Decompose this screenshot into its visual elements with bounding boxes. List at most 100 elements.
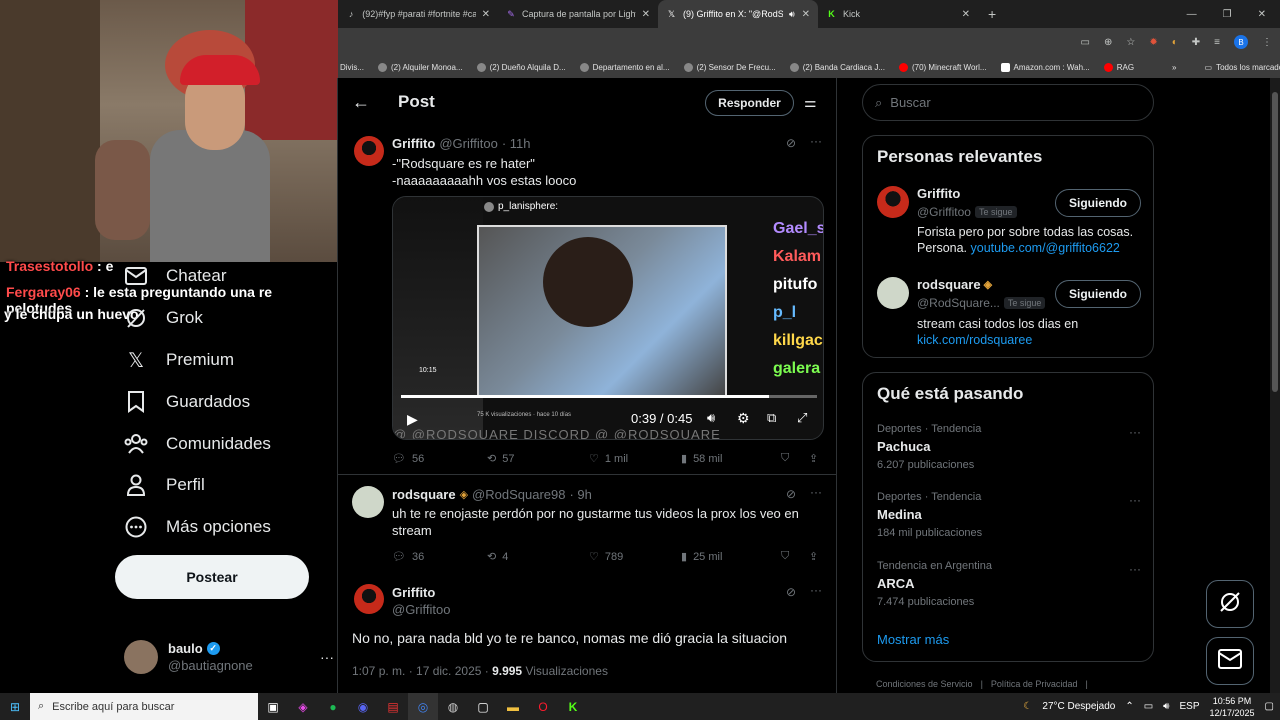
views-action[interactable]: ▮ 58 mil — [681, 452, 781, 466]
bookmark-item[interactable]: Amazon.com : Wah... — [1000, 62, 1090, 72]
tweet-timestamp[interactable]: 1:07 p. m. · 17 dic. 2025 · — [352, 664, 492, 678]
nav-mas-opciones[interactable]: Más opciones — [124, 515, 271, 539]
chrome-icon[interactable]: ◎ — [408, 693, 438, 720]
close-icon[interactable]: ✕ — [642, 9, 650, 20]
profile-avatar[interactable]: B — [1234, 35, 1248, 49]
tab-tiktok[interactable]: ♪ (92)#fyp #parati #fortnite #calv ✕ — [338, 0, 498, 28]
taskbar-search[interactable]: ⌕ Escribe aquí para buscar — [30, 693, 258, 720]
capcut-icon[interactable]: ▢ — [468, 693, 498, 720]
copilot-icon[interactable]: ◈ — [288, 693, 318, 720]
share-action[interactable]: ⇪ — [809, 452, 818, 465]
author-handle[interactable]: @Griffitoo — [392, 601, 450, 618]
privacy-link[interactable]: Política de Privacidad — [991, 679, 1078, 689]
kebab-menu-icon[interactable]: ⋮ — [1262, 37, 1272, 48]
app-icon[interactable]: ▤ — [378, 693, 408, 720]
messages-float-button[interactable] — [1206, 637, 1254, 685]
reply-button[interactable]: Responder — [705, 90, 794, 116]
more-icon[interactable]: ··· — [810, 134, 822, 148]
terms-link[interactable]: Condiciones de Servicio — [876, 679, 973, 689]
weather-text[interactable]: 27°C Despejado — [1042, 701, 1115, 712]
nav-perfil[interactable]: Perfil — [124, 473, 205, 497]
account-more-icon[interactable]: ··· — [320, 649, 334, 665]
more-icon[interactable]: ··· — [1129, 493, 1141, 507]
author-handle[interactable]: @RodSquare98 — [472, 487, 565, 502]
extension-icon[interactable]: ✹ — [1149, 37, 1157, 48]
language-indicator[interactable]: ESP — [1179, 701, 1199, 712]
reply-action[interactable]: 💬︎ 36 — [392, 550, 487, 564]
new-tab-button[interactable]: + — [988, 6, 996, 22]
volume-icon[interactable]: 🔊︎ — [707, 410, 715, 426]
bookmark-action[interactable]: ⛉ — [781, 452, 809, 465]
share-action[interactable]: ⇪ — [809, 550, 818, 563]
more-icon[interactable]: ··· — [810, 583, 822, 597]
like-action[interactable]: ♡ 789 — [589, 550, 681, 564]
bookmark-item[interactable]: (2) Sensor De Frecu... — [683, 62, 776, 72]
network-icon[interactable]: ▭ — [1144, 701, 1153, 712]
taskbar-search-input[interactable]: Escribe aquí para buscar — [52, 701, 174, 713]
close-icon[interactable]: ✕ — [482, 9, 490, 20]
scrollbar[interactable] — [1270, 78, 1280, 693]
person-handle[interactable]: @Griffitoo — [917, 205, 971, 219]
settings-gear-icon[interactable]: ⚙ — [737, 410, 750, 427]
avatar[interactable] — [877, 186, 909, 218]
following-button[interactable]: Siguiendo — [1055, 280, 1141, 308]
cast-icon[interactable]: ▭ — [1081, 37, 1090, 48]
bookmark-item[interactable]: Divis... — [340, 63, 364, 72]
repost-action[interactable]: ⟲ 57 — [487, 452, 589, 466]
repost-action[interactable]: ⟲ 4 — [487, 550, 589, 564]
puzzle-icon[interactable]: ✚ — [1192, 37, 1200, 48]
tweet-time[interactable]: · 9h — [569, 487, 591, 502]
nav-grok[interactable]: Grok — [124, 306, 203, 330]
bookmark-item[interactable]: Departamento en al... — [579, 62, 670, 72]
following-button[interactable]: Siguiendo — [1055, 189, 1141, 217]
folder-icon[interactable]: ▬ — [498, 693, 528, 720]
task-view-icon[interactable]: ▣ — [258, 693, 288, 720]
account-switcher[interactable]: baulo ✓ @bautiagnone ··· — [124, 639, 334, 675]
nav-comunidades[interactable]: Comunidades — [124, 432, 271, 456]
speaker-icon[interactable]: 🔊︎ — [789, 9, 795, 20]
bookmark-action[interactable]: ⛉ — [781, 550, 809, 563]
bio-link[interactable]: kick.com/rodsquaree — [917, 333, 1032, 347]
bookmark-item[interactable]: RAG — [1103, 62, 1134, 72]
person-name[interactable]: Griffito — [917, 186, 960, 201]
trend-item[interactable]: Deportes · Tendencia Medina 184 mil publ… — [877, 491, 1141, 539]
volume-icon[interactable]: 🔊︎ — [1163, 701, 1169, 712]
grok-icon[interactable]: ⊘ — [786, 585, 796, 599]
person-name[interactable]: rodsquare — [917, 277, 981, 292]
more-icon[interactable]: ··· — [1129, 425, 1141, 439]
nav-guardados[interactable]: Guardados — [124, 390, 250, 414]
author-name[interactable]: rodsquare — [392, 487, 456, 502]
settings-sliders-icon[interactable]: ⚌ — [804, 94, 817, 111]
media-icon[interactable]: ≡ — [1214, 37, 1220, 48]
video-player[interactable]: p_lanisphere: Gael_s Kalam pitufo p_l ki… — [392, 196, 824, 440]
opera-icon[interactable]: O — [528, 693, 558, 720]
windows-start-icon[interactable]: ⊞ — [0, 693, 30, 720]
more-icon[interactable]: ··· — [1129, 562, 1141, 576]
author-name[interactable]: Griffito — [392, 136, 435, 151]
restore-icon[interactable]: ❐ — [1223, 9, 1232, 20]
person-handle[interactable]: @RodSquare... — [917, 296, 1000, 310]
play-icon[interactable]: ▶ — [407, 411, 418, 428]
discord-icon[interactable]: ◉ — [348, 693, 378, 720]
back-arrow-icon[interactable]: ← — [352, 92, 370, 113]
bookmarks-overflow[interactable]: » — [1172, 63, 1176, 72]
reply-action[interactable]: 💬︎ 56 — [392, 452, 487, 466]
chevron-up-icon[interactable]: ⌃ — [1125, 701, 1133, 712]
search-box[interactable]: ⌕ Buscar — [862, 84, 1154, 121]
close-icon[interactable]: ✕ — [802, 9, 810, 20]
grok-icon[interactable]: ⊘ — [786, 487, 796, 501]
extension-icon[interactable]: ◐ — [1172, 37, 1178, 48]
clock[interactable]: 10:56 PM 12/17/2025 — [1210, 695, 1255, 719]
pip-icon[interactable]: ⧉ — [767, 410, 776, 426]
notification-icon[interactable]: ▢ — [1265, 701, 1274, 712]
tab-lightshot[interactable]: ✎ Captura de pantalla por Lightsh ✕ — [498, 0, 658, 28]
show-more-link[interactable]: Mostrar más — [877, 632, 949, 647]
nav-chatear[interactable]: Chatear — [124, 264, 226, 288]
scrollbar-thumb[interactable] — [1272, 92, 1278, 392]
tab-x-post[interactable]: 𝕏 (9) Griffito en X: "@RodSqu 🔊︎ ✕ — [658, 0, 818, 28]
fullscreen-icon[interactable]: ⤢ — [797, 410, 807, 426]
kick-icon[interactable]: K — [558, 693, 588, 720]
bio-link[interactable]: youtube.com/@griffito6622 — [971, 241, 1120, 255]
bookmark-item[interactable]: (2) Dueño Alquila D... — [476, 62, 566, 72]
search-input[interactable]: Buscar — [890, 95, 930, 110]
